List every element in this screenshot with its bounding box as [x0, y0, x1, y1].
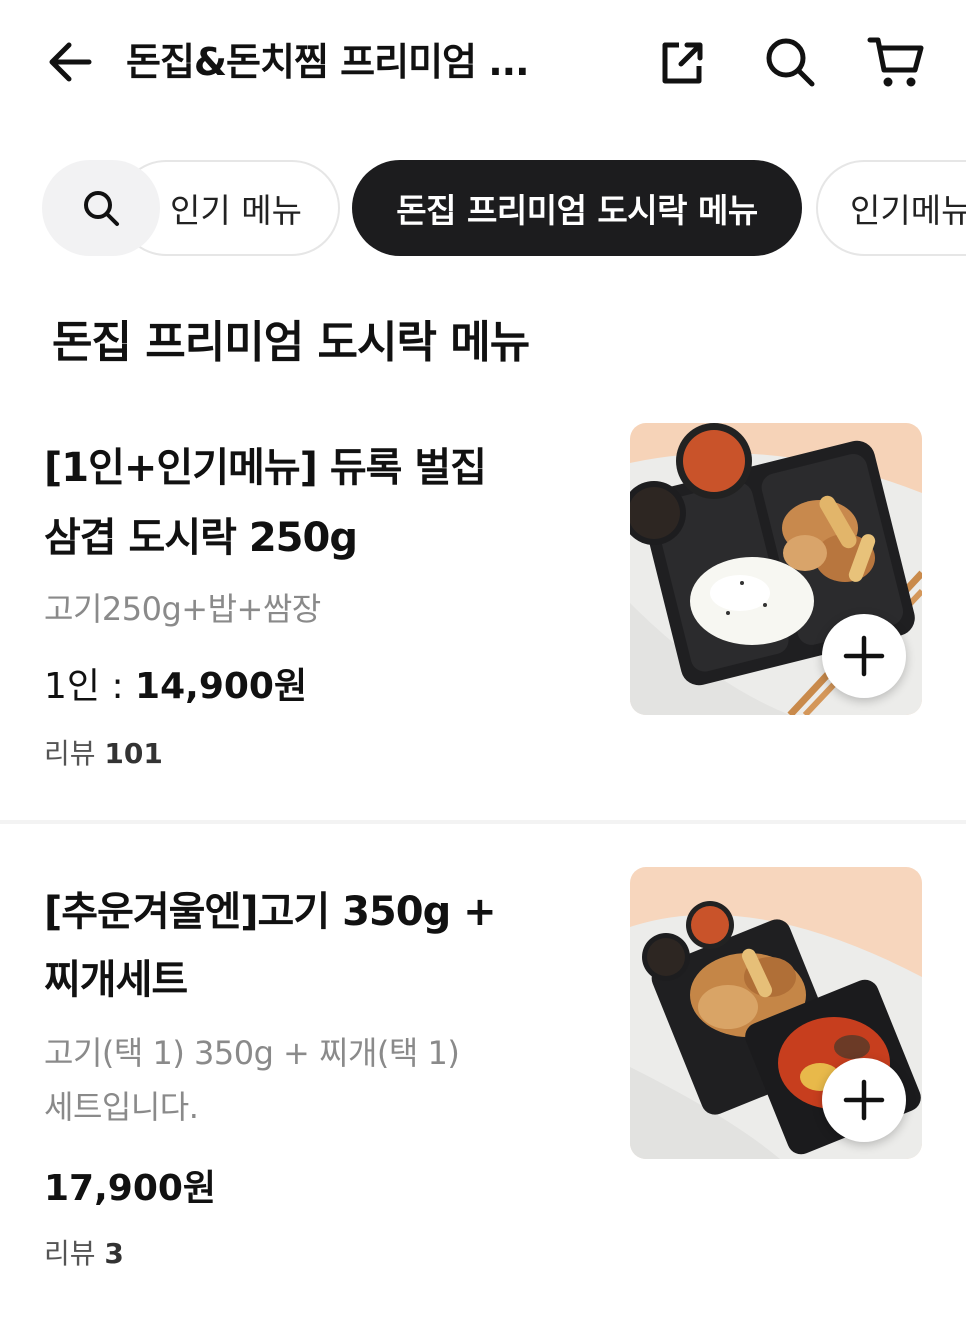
item-price: 1인 : 14,900원 [44, 660, 307, 714]
section-title: 돈집 프리미엄 도시락 메뉴 [52, 317, 530, 368]
price-value: 17,900원 [44, 1168, 217, 1209]
item-description-line1: 고기(택 1) 350g + 찌개(택 1) [44, 1034, 460, 1072]
review-label: 리뷰 [44, 737, 105, 770]
plus-icon [843, 635, 885, 677]
menu-item[interactable]: [1인+인기메뉴] 듀록 벌집 삼겹 도시락 250g 고기250g+밥+쌈장 … [0, 420, 966, 820]
item-name-line1: [1인+인기메뉴] 듀록 벌집 [44, 445, 487, 491]
item-description: 고기250g+밥+쌈장 [44, 590, 321, 628]
chip-search-button[interactable] [42, 160, 160, 256]
search-icon [84, 191, 119, 226]
search-button[interactable] [760, 32, 820, 92]
category-chip-bar: 인기 메뉴 돈집 프리미엄 도시락 메뉴 인기메뉴 [0, 158, 966, 258]
back-button[interactable] [40, 32, 100, 92]
chip-label: 인기메뉴 [850, 191, 966, 230]
menu-item[interactable]: [추운겨울엔]고기 350g + 찌개세트 고기(택 1) 350g + 찌개(… [0, 864, 966, 1304]
top-app-bar: 돈집&돈치찜 프리미엄 ... [0, 0, 966, 125]
add-to-cart-button[interactable] [822, 1058, 906, 1142]
divider [0, 820, 966, 824]
price-prefix: 1인 : [44, 666, 136, 707]
chip-premium-lunchbox-selected[interactable]: 돈집 프리미엄 도시락 메뉴 [352, 160, 802, 256]
item-name-line1: [추운겨울엔]고기 350g + [44, 889, 497, 935]
back-arrow-icon [49, 42, 92, 82]
chip-label: 돈집 프리미엄 도시락 메뉴 [396, 191, 758, 230]
add-to-cart-button[interactable] [822, 614, 906, 698]
share-button[interactable] [652, 32, 712, 92]
item-name-line2: 찌개세트 [44, 957, 188, 1003]
review-count: 3 [104, 1237, 124, 1270]
share-icon [662, 42, 703, 84]
search-icon [766, 38, 815, 87]
store-title: 돈집&돈치찜 프리미엄 ... [126, 40, 530, 84]
item-review: 리뷰 3 [44, 1232, 124, 1276]
cart-button[interactable] [866, 32, 926, 92]
review-label: 리뷰 [44, 1237, 105, 1270]
review-count: 101 [104, 737, 163, 770]
item-name-line2: 삼겹 도시락 250g [44, 515, 358, 561]
plus-icon [843, 1079, 885, 1121]
price-value: 14,900원 [135, 666, 308, 707]
item-review: 리뷰 101 [44, 732, 163, 776]
cart-icon [867, 37, 924, 87]
chip-popular-menu-2[interactable]: 인기메뉴 [816, 160, 966, 256]
item-price: 17,900원 [44, 1162, 216, 1216]
item-description-line2: 세트입니다. [44, 1088, 199, 1126]
chip-label: 인기 메뉴 [170, 191, 302, 230]
